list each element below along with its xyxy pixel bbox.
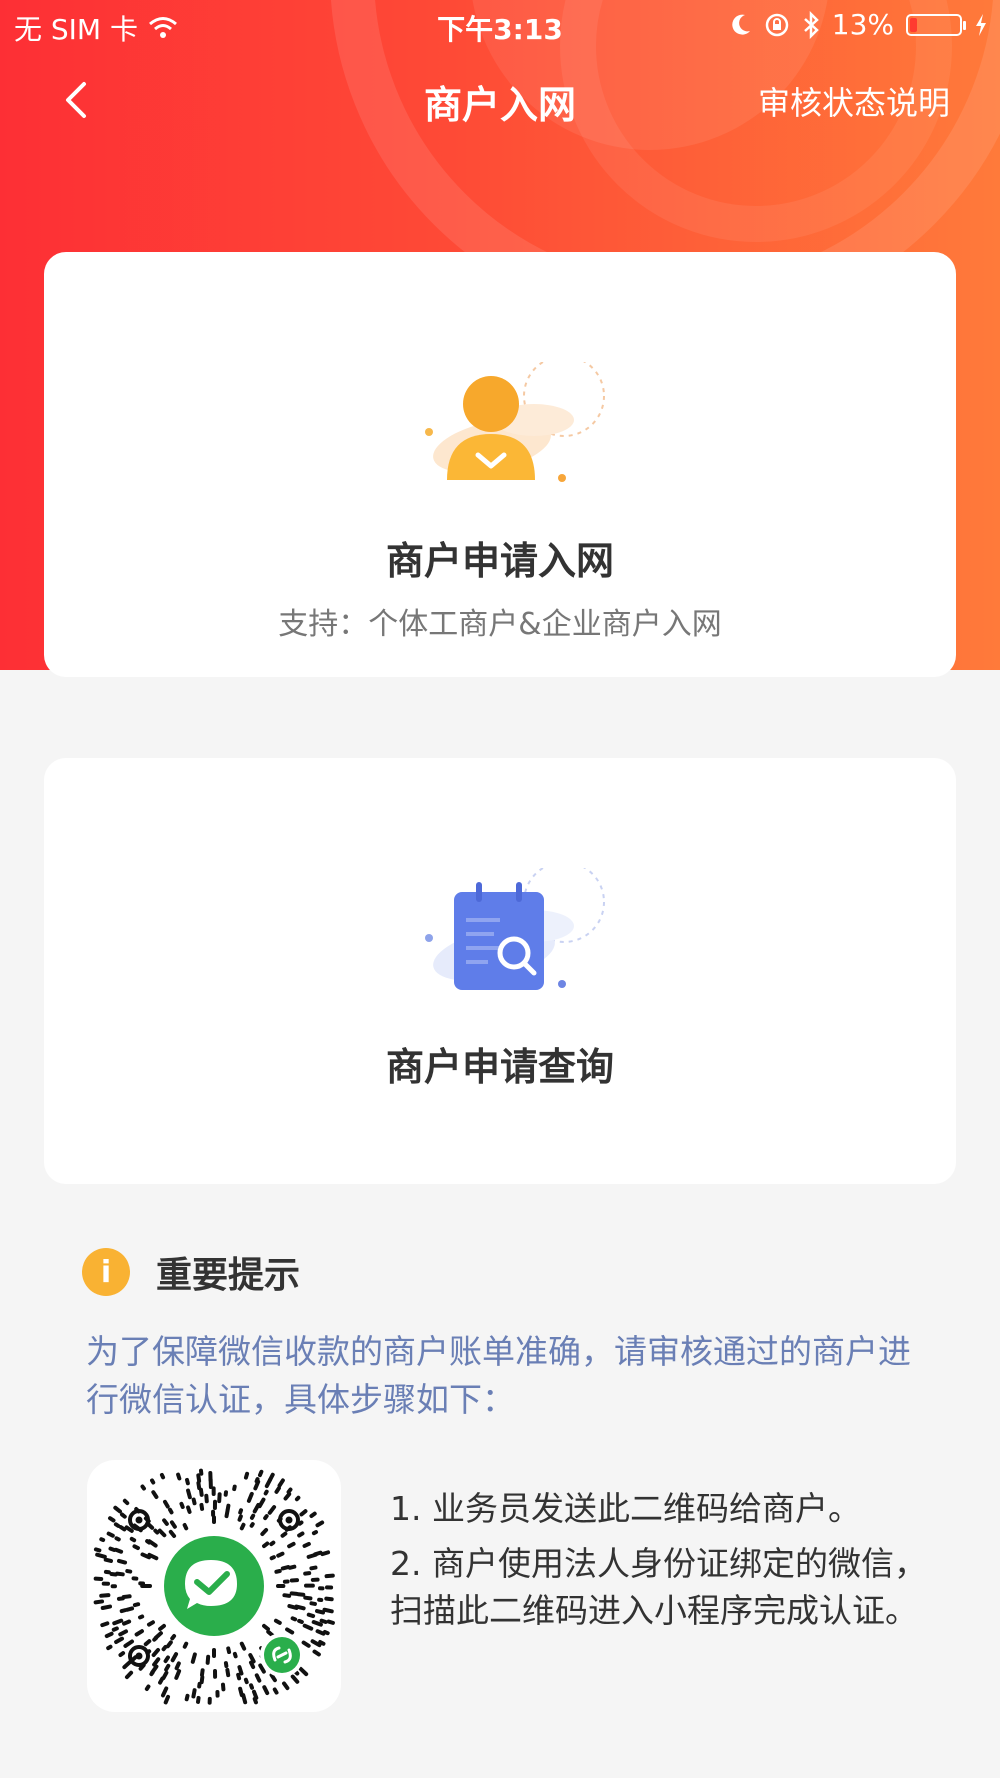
battery-percent: 13%: [831, 8, 894, 41]
merchant-apply-title: 商户申请入网: [385, 539, 614, 583]
navigation-bar: 商户入网 审核状态说明: [0, 58, 1000, 148]
qr-code-card: [87, 1460, 341, 1712]
audit-status-help-link[interactable]: 审核状态说明: [758, 78, 950, 124]
merchant-apply-subtitle: 支持：个体工商户&企业商户入网: [278, 607, 722, 642]
status-bar: 无 SIM 卡 下午3:13 13%: [0, 0, 1000, 50]
rotation-lock-icon: [765, 13, 789, 36]
charging-icon: [976, 13, 986, 36]
notice-description: 为了保障微信收款的商户账单准确，请审核通过的商户进行微信认证，具体步骤如下：: [86, 1332, 911, 1419]
info-icon: i: [82, 1248, 130, 1296]
notice-title: 重要提示: [156, 1255, 301, 1296]
steps-list: 1. 业务员发送此二维码给商户。 2. 商户使用法人身份证绑定的微信，扫描此二维…: [390, 1485, 930, 1642]
bluetooth-icon: [803, 10, 819, 39]
calendar-search-icon: [425, 868, 605, 990]
mini-program-qr-code: [93, 1468, 335, 1705]
step-item: 1. 业务员发送此二维码给商户。: [390, 1489, 861, 1528]
battery-icon: [906, 13, 966, 36]
step-item: 2. 商户使用法人身份证绑定的微信，扫描此二维码进入小程序完成认证。: [390, 1544, 927, 1630]
merchant-query-title: 商户申请查询: [385, 1045, 614, 1089]
important-notice-header: i 重要提示: [82, 1246, 300, 1298]
merchant-query-card[interactable]: 商户申请查询: [44, 758, 956, 1184]
moon-icon: [732, 14, 750, 35]
merchant-user-icon: [425, 362, 605, 482]
merchant-apply-card[interactable]: 商户申请入网 支持：个体工商户&企业商户入网: [44, 252, 956, 677]
